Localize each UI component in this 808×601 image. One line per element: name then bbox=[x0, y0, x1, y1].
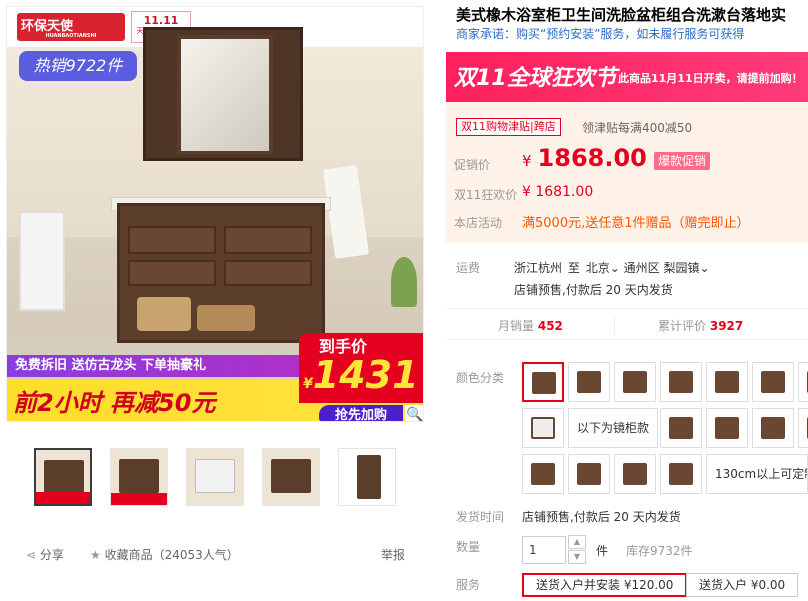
hot-badge: 爆款促销 bbox=[654, 152, 711, 170]
quantity-input[interactable]: 1 bbox=[522, 536, 566, 564]
event-price: ¥ 1681.00 bbox=[522, 184, 594, 200]
service-promise-link[interactable]: 商家承诺：购买“预约安装”服务，如未履行服务可获得 bbox=[456, 25, 808, 42]
plant bbox=[391, 257, 417, 307]
thumbnail[interactable] bbox=[34, 448, 92, 506]
event-desc: 此商品11月11日开卖，请提前加购！ bbox=[618, 72, 803, 85]
qty-increase-button[interactable]: ▲ bbox=[568, 535, 586, 549]
event-price-label: 双11狂欢价 bbox=[454, 188, 518, 202]
dest-city-select[interactable]: 北京⌄ bbox=[586, 261, 620, 275]
brand-logo: 环保天使 HUANBAOTIANSHI bbox=[17, 13, 125, 41]
event-banner: 双11全球狂欢节 此商品11月11日开卖，请提前加购！ bbox=[446, 52, 808, 102]
monthly-sales: 月销量 452 bbox=[498, 319, 563, 333]
subsidy-tag[interactable]: 双11购物津贴|跨店 bbox=[456, 118, 561, 136]
sku-option[interactable] bbox=[568, 362, 610, 402]
origin: 浙江杭州 bbox=[514, 261, 563, 275]
divider bbox=[614, 315, 615, 335]
subsidy-desc: 领津贴每满400减50 bbox=[582, 121, 693, 135]
promo-price: ¥1868.00 bbox=[522, 144, 647, 172]
drawer bbox=[224, 226, 312, 254]
sku-option[interactable] bbox=[522, 362, 564, 402]
main-product-image[interactable]: 环保天使HUANBAOTIANSHI 11.11天猫全球狂欢节 热销9722件 … bbox=[6, 6, 424, 422]
grab-cart-button[interactable]: 抢先加购 bbox=[319, 405, 403, 421]
reviews-count[interactable]: 累计评价 3927 bbox=[658, 317, 743, 334]
stats-bar: 月销量 452 累计评价 3927 bbox=[446, 308, 808, 340]
mirror bbox=[177, 35, 273, 155]
chevron-down-icon: ⌄ bbox=[609, 261, 620, 275]
service-install-option[interactable]: 送货入户并安装 ¥120.00 bbox=[522, 573, 688, 597]
shipping-note: 店铺预售,付款后 20 天内发货 bbox=[514, 283, 673, 297]
sku-option[interactable] bbox=[660, 454, 702, 494]
qty-unit: 件 bbox=[596, 544, 609, 558]
drawer bbox=[128, 226, 216, 254]
promo-strip: 免费拆旧 送仿古龙头 下单抽豪礼 bbox=[7, 355, 307, 377]
product-title: 美式橡木浴室柜卫生间洗脸盆柜组合洗漱台落地实 bbox=[456, 6, 787, 24]
share-icon: ⋖ bbox=[26, 548, 40, 562]
zoom-icon[interactable]: 🔍 bbox=[405, 405, 423, 421]
delivery-text: 店铺预售,付款后 20 天内发货 bbox=[522, 510, 681, 524]
price-panel: 双11购物津贴|跨店 领津贴每满400减50 促销价 ¥1868.00 爆款促销… bbox=[446, 102, 808, 242]
sku-option[interactable] bbox=[522, 408, 564, 448]
sku-option[interactable] bbox=[660, 408, 702, 448]
sku-option[interactable] bbox=[568, 454, 610, 494]
sku-option[interactable] bbox=[614, 454, 656, 494]
sku-option[interactable] bbox=[614, 362, 656, 402]
activity-label: 本店活动 bbox=[454, 216, 503, 230]
service-label: 服务 bbox=[456, 578, 481, 592]
delivery-label: 发货时间 bbox=[456, 510, 505, 524]
sku-option[interactable] bbox=[798, 362, 808, 402]
star-icon: ★ bbox=[90, 548, 105, 562]
stock-text: 库存9732件 bbox=[626, 544, 693, 558]
sku-option[interactable] bbox=[522, 454, 564, 494]
side-stool bbox=[19, 211, 65, 311]
drawer bbox=[128, 260, 216, 286]
sku-custom-option[interactable]: 130cm以上可定制 bbox=[706, 454, 808, 494]
dest-district-select[interactable]: 通州区 bbox=[624, 261, 660, 275]
thumbnail[interactable] bbox=[338, 448, 396, 506]
sku-option[interactable] bbox=[752, 408, 794, 448]
hurry-text: 前2小时 再减50元 bbox=[13, 389, 216, 417]
sales-badge: 热销9722件 bbox=[19, 51, 137, 81]
chevron-down-icon: ⌄ bbox=[699, 261, 710, 275]
thumbnail[interactable] bbox=[110, 448, 168, 506]
basket bbox=[137, 297, 191, 331]
basket bbox=[197, 305, 255, 331]
sku-option[interactable] bbox=[660, 362, 702, 402]
dest-town-select[interactable]: 梨园镇⌄ bbox=[663, 261, 709, 275]
qty-label: 数量 bbox=[456, 540, 481, 554]
thumbnail[interactable] bbox=[262, 448, 320, 506]
sku-option[interactable] bbox=[706, 408, 748, 448]
sku-mirror-option[interactable]: 以下为镜柜款 bbox=[568, 408, 659, 448]
report-link[interactable]: 举报 bbox=[381, 546, 405, 563]
share-button[interactable]: ⋖ 分享 bbox=[26, 546, 64, 563]
sku-option[interactable] bbox=[798, 408, 808, 448]
drawer bbox=[224, 260, 312, 286]
favorite-button[interactable]: ★ 收藏商品（24053人气） bbox=[90, 546, 239, 563]
sku-option[interactable] bbox=[752, 362, 794, 402]
event-title: 双11全球狂欢节 bbox=[454, 66, 617, 91]
color-label: 颜色分类 bbox=[456, 371, 505, 385]
shipping-route: 浙江杭州 至 北京⌄ 通州区 梨园镇⌄ bbox=[514, 259, 710, 276]
qty-decrease-button[interactable]: ▼ bbox=[568, 550, 586, 564]
to-text: 至 bbox=[567, 261, 580, 275]
activity-text: 满5000元,送任意1件赠品（赠完即止） bbox=[522, 216, 750, 231]
shipping-label: 运费 bbox=[456, 261, 481, 275]
promo-price-label: 促销价 bbox=[454, 158, 491, 172]
thumbnail[interactable] bbox=[186, 448, 244, 506]
sku-option[interactable] bbox=[706, 362, 748, 402]
service-delivery-option[interactable]: 送货入户 ¥0.00 bbox=[686, 573, 799, 597]
